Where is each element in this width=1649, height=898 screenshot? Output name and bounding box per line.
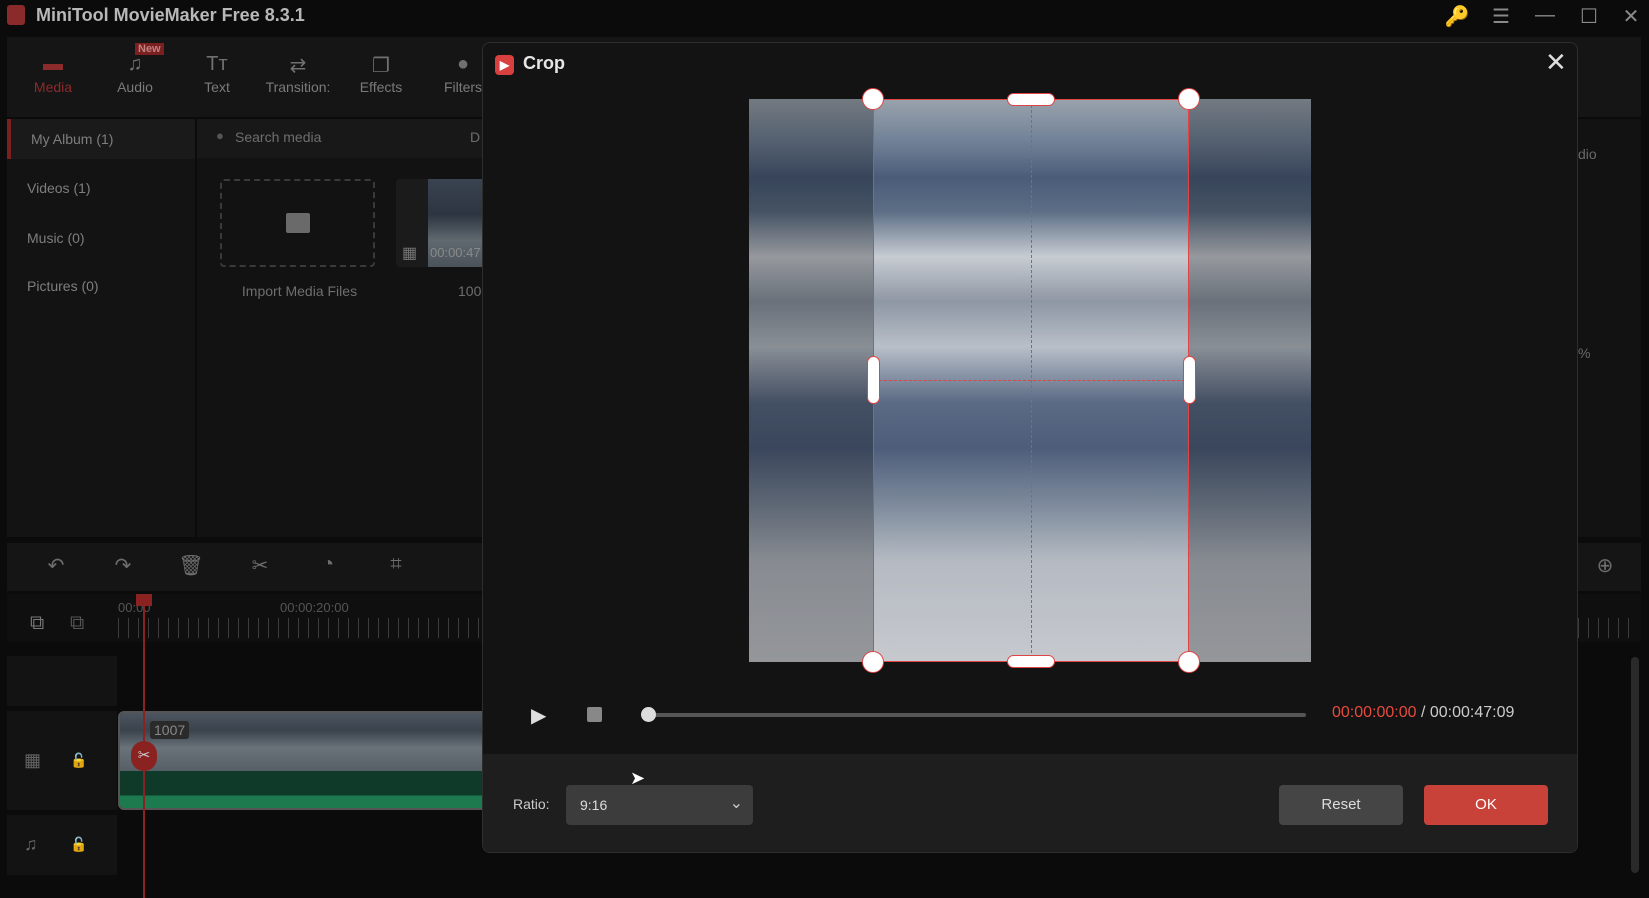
- media-icon: ▬: [43, 53, 63, 75]
- maximize-button[interactable]: ☐: [1574, 4, 1604, 29]
- app-logo-icon: [7, 5, 25, 25]
- tab-text[interactable]: Tт Text: [177, 53, 257, 95]
- video-clip[interactable]: 1007: [118, 711, 488, 810]
- ratio-label: Ratio:: [513, 796, 550, 812]
- thumb-name: 100: [458, 283, 482, 299]
- close-icon[interactable]: ✕: [1545, 47, 1567, 78]
- playhead-handle[interactable]: [136, 594, 152, 606]
- speed-icon[interactable]: ◔: [313, 553, 343, 576]
- tab-label: Effects: [359, 79, 403, 95]
- undo-icon[interactable]: ↶: [41, 553, 71, 578]
- crop-dialog: ▶ Crop ✕ ▶ 00:00:00:00 / 00:00:47:09 Rat…: [482, 42, 1578, 853]
- split-icon[interactable]: ✂: [245, 553, 275, 578]
- ratio-value: 9:16: [580, 797, 608, 813]
- text-icon: Tт: [206, 53, 228, 75]
- search-input[interactable]: Search media: [197, 119, 497, 158]
- tab-label: Text: [204, 79, 230, 95]
- crop-icon[interactable]: ⌗: [381, 553, 411, 576]
- media-thumbnail[interactable]: ▦ 00:00:47: [396, 179, 486, 267]
- video-preview: [749, 99, 1311, 662]
- album-item-pictures[interactable]: Pictures (0): [7, 266, 195, 306]
- import-media-button[interactable]: [220, 179, 375, 267]
- new-badge: New: [135, 43, 164, 55]
- audio-track-icon: ♫: [24, 834, 38, 854]
- ratio-select[interactable]: 9:16 ⌄: [566, 785, 753, 825]
- app-title: MiniTool MovieMaker Free 8.3.1: [36, 5, 305, 25]
- crop-handle-top-left[interactable]: [862, 88, 884, 110]
- download-button[interactable]: D: [470, 129, 480, 145]
- time-display: 00:00:00:00 / 00:00:47:09: [1332, 704, 1514, 722]
- zoom-in-icon[interactable]: ⊕: [1590, 553, 1620, 578]
- film-icon: ▦: [402, 245, 418, 262]
- dialog-title: Crop: [523, 53, 565, 73]
- current-time: 00:00:00:00: [1332, 704, 1417, 721]
- import-label: Import Media Files: [241, 283, 358, 299]
- crop-handle-top[interactable]: [1007, 93, 1055, 106]
- search-icon: ●: [216, 128, 224, 143]
- tab-audio[interactable]: ♫ Audio: [95, 53, 175, 95]
- ok-button[interactable]: OK: [1424, 785, 1548, 825]
- add-track-icon[interactable]: ⧉: [30, 612, 44, 635]
- dialog-footer: Ratio: 9:16 ⌄ Reset OK: [483, 754, 1577, 852]
- scissors-icon[interactable]: ✂: [131, 741, 157, 771]
- chevron-down-icon: ⌄: [729, 795, 743, 812]
- redo-icon[interactable]: ↷: [108, 553, 138, 578]
- album-item-music[interactable]: Music (0): [7, 218, 195, 258]
- video-track-icon: ▦: [24, 750, 42, 770]
- crop-handle-left[interactable]: [867, 356, 880, 404]
- vertical-scrollbar[interactable]: [1631, 657, 1639, 873]
- tab-label: Media: [33, 79, 73, 95]
- close-window-button[interactable]: ✕: [1616, 4, 1646, 29]
- app-logo-icon: ▶: [495, 55, 514, 75]
- menu-button[interactable]: ☰: [1486, 4, 1516, 29]
- album-item-videos[interactable]: Videos (1): [7, 168, 195, 208]
- clip-name: 1007: [150, 721, 190, 739]
- crop-handle-right[interactable]: [1183, 356, 1196, 404]
- tab-effects[interactable]: ❐ Effects: [341, 53, 421, 95]
- minimize-button[interactable]: —: [1530, 4, 1560, 27]
- key-icon[interactable]: 🔑: [1442, 4, 1472, 29]
- play-button[interactable]: ▶: [531, 703, 546, 728]
- album-panel: My Album (1) Videos (1) Music (0) Pictur…: [7, 119, 195, 537]
- reset-button[interactable]: Reset: [1279, 785, 1403, 825]
- total-time: 00:00:47:09: [1429, 704, 1515, 721]
- tab-label: Filters: [443, 79, 483, 95]
- thumb-duration: 00:00:47: [430, 245, 481, 260]
- ruler-label: 00:00:20:00: [280, 600, 349, 615]
- progress-knob[interactable]: [641, 707, 656, 722]
- time-separator: /: [1416, 704, 1430, 721]
- folder-icon: [286, 213, 310, 233]
- crop-area[interactable]: [873, 99, 1190, 662]
- album-item-my-album[interactable]: My Album (1): [7, 119, 195, 159]
- progress-slider[interactable]: [648, 713, 1306, 717]
- transition-icon: ⇄: [289, 55, 307, 77]
- tab-transition[interactable]: ⇄ Transition:: [258, 53, 338, 95]
- right-panel-button[interactable]: dio: [1578, 146, 1597, 162]
- lock-icon[interactable]: 🔓: [70, 836, 87, 853]
- tab-media[interactable]: ▬ Media: [13, 53, 93, 95]
- right-panel-percent: %: [1578, 345, 1591, 361]
- music-icon: ♫: [127, 53, 143, 75]
- tab-label: Audio: [117, 79, 153, 95]
- delete-icon[interactable]: 🗑: [176, 553, 206, 578]
- lock-icon[interactable]: 🔓: [70, 752, 87, 769]
- mouse-cursor-icon: ➤: [630, 768, 646, 788]
- remove-track-icon[interactable]: ⧉: [70, 612, 84, 635]
- crop-handle-bottom-left[interactable]: [862, 651, 884, 673]
- tab-label: Transition:: [265, 79, 331, 95]
- stop-button[interactable]: [587, 707, 602, 722]
- crop-handle-top-right[interactable]: [1178, 88, 1200, 110]
- crop-handle-bottom[interactable]: [1007, 655, 1055, 668]
- crop-handle-bottom-right[interactable]: [1178, 651, 1200, 673]
- effects-icon: ❐: [372, 55, 390, 77]
